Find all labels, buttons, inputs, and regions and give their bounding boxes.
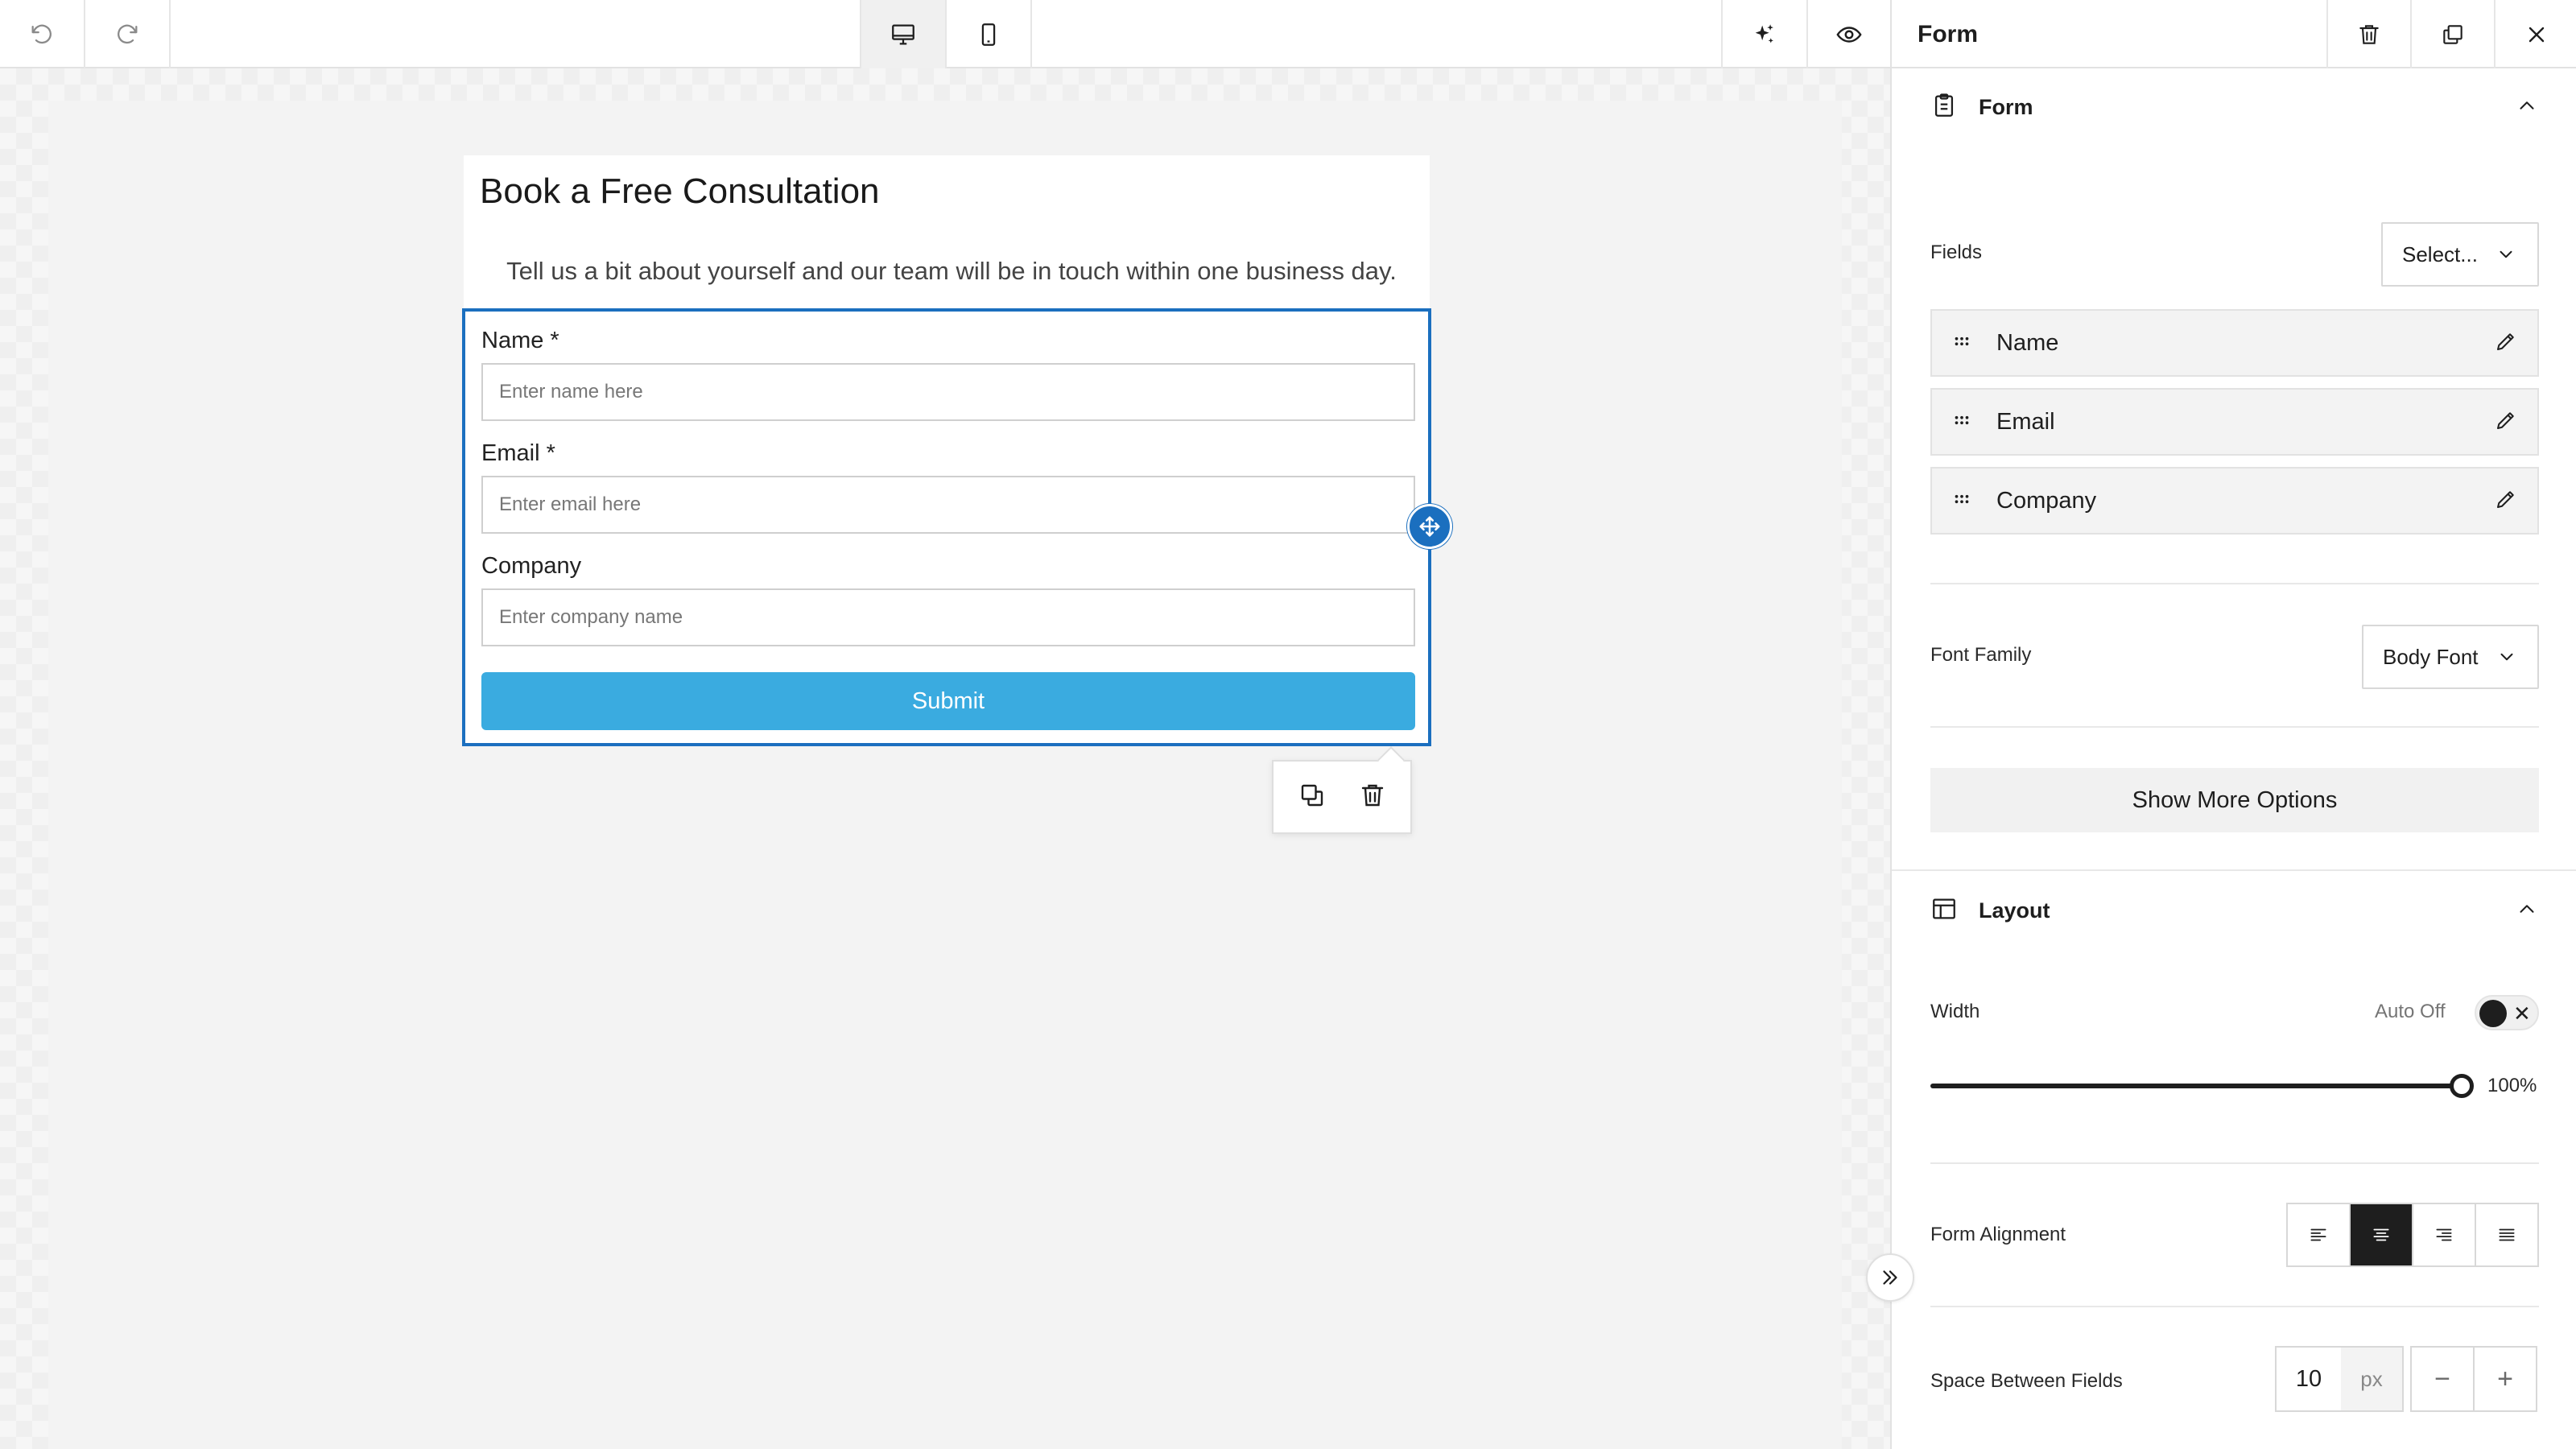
field-item-email[interactable]: Email — [1930, 388, 2539, 456]
auto-width-label: Auto Off — [2375, 1001, 2446, 1022]
double-chevron-right-icon — [1883, 1270, 1897, 1285]
field-item-company[interactable]: Company — [1930, 467, 2539, 535]
delete-block-button[interactable] — [1358, 781, 1387, 814]
fields-select-value: Select... — [2402, 242, 2478, 266]
form-subtitle[interactable]: Tell us a bit about yourself and our tea… — [464, 257, 1430, 286]
mobile-view-button[interactable] — [947, 0, 1030, 68]
divider — [1930, 583, 2539, 584]
field-item-label: Name — [1996, 329, 2059, 356]
form-header[interactable]: Book a Free Consultation Tell us a bit a… — [464, 155, 1430, 308]
email-label: Email * — [481, 440, 555, 466]
toggle-knob — [2479, 1000, 2507, 1027]
divider — [1930, 1306, 2539, 1307]
block-floating-toolbar — [1272, 760, 1412, 834]
drag-handle-icon[interactable] — [1951, 331, 1972, 356]
align-right-icon — [2436, 1228, 2452, 1241]
width-slider-thumb[interactable] — [2450, 1074, 2474, 1098]
divider — [1930, 1162, 2539, 1164]
width-slider-value: 100% — [2487, 1075, 2537, 1096]
redo-button[interactable] — [85, 0, 169, 68]
fields-label: Fields — [1930, 242, 1983, 263]
space-between-input[interactable]: 10 — [2275, 1346, 2343, 1412]
move-icon — [1419, 516, 1440, 537]
width-slider-track[interactable] — [1930, 1084, 2462, 1088]
drag-handle-icon[interactable] — [1951, 410, 1972, 435]
space-increment-button[interactable]: + — [2473, 1346, 2537, 1412]
duplicate-block-button[interactable] — [1298, 781, 1327, 814]
duplicate-icon — [2443, 24, 2462, 44]
close-icon: ✕ — [2513, 1001, 2531, 1026]
field-item-name[interactable]: Name — [1930, 309, 2539, 377]
space-unit[interactable]: px — [2341, 1346, 2404, 1412]
eye-icon — [1836, 26, 1862, 43]
form-block-selected[interactable]: Name * Enter name here Email * Enter ema… — [462, 308, 1431, 746]
undo-button[interactable] — [0, 0, 84, 68]
drag-handle-icon[interactable] — [1951, 489, 1972, 514]
desktop-icon — [892, 24, 914, 44]
trash-icon — [1361, 784, 1383, 806]
font-family-select[interactable]: Body Font — [2362, 625, 2539, 689]
email-input[interactable]: Enter email here — [481, 476, 1415, 534]
pencil-icon[interactable] — [2494, 329, 2518, 357]
panel-header: Form — [1892, 0, 2576, 68]
name-label: Name * — [481, 328, 559, 353]
align-center-button[interactable] — [2351, 1204, 2413, 1265]
panel-duplicate-button[interactable] — [2410, 0, 2494, 68]
undo-icon — [31, 24, 52, 43]
form-alignment-group — [2286, 1203, 2539, 1267]
panel-close-button[interactable] — [2494, 0, 2576, 68]
duplicate-icon — [1301, 784, 1323, 806]
name-input[interactable]: Enter name here — [481, 363, 1415, 421]
font-family-value: Body Font — [2383, 644, 2479, 669]
mobile-icon — [981, 23, 996, 46]
chevron-up-icon[interactable] — [2515, 897, 2539, 925]
width-label: Width — [1930, 1001, 1980, 1022]
show-more-options-button[interactable]: Show More Options — [1930, 768, 2539, 832]
font-family-label: Font Family — [1930, 644, 2032, 666]
form-title[interactable]: Book a Free Consultation — [480, 171, 880, 212]
align-center-icon — [2373, 1228, 2389, 1241]
align-justify-button[interactable] — [2476, 1204, 2537, 1265]
move-handle[interactable] — [1407, 504, 1452, 549]
field-item-label: Company — [1996, 487, 2097, 514]
sparkle-icon — [1755, 23, 1773, 43]
pencil-icon[interactable] — [2494, 487, 2518, 515]
section-divider — [1892, 869, 2576, 871]
pencil-icon[interactable] — [2494, 408, 2518, 436]
space-between-label: Space Between Fields — [1930, 1370, 2123, 1392]
align-right-button[interactable] — [2413, 1204, 2476, 1265]
submit-button[interactable]: Submit — [481, 672, 1415, 730]
form-section-title: Form — [1979, 94, 2033, 119]
trash-icon — [2359, 24, 2379, 44]
fields-select[interactable]: Select... — [2381, 222, 2539, 287]
collapse-panel-button[interactable] — [1866, 1253, 1914, 1302]
align-left-icon — [2310, 1228, 2326, 1241]
ai-assist-button[interactable] — [1723, 0, 1806, 68]
preview-button[interactable] — [1808, 0, 1890, 68]
align-left-button[interactable] — [2288, 1204, 2351, 1265]
desktop-view-button[interactable] — [861, 0, 945, 68]
form-alignment-label: Form Alignment — [1930, 1224, 2066, 1245]
editor-toolbar — [0, 0, 1890, 68]
chevron-down-icon — [2500, 250, 2512, 258]
clipboard-icon — [1930, 92, 1958, 123]
close-icon — [2529, 27, 2545, 42]
chevron-down-icon — [2500, 653, 2512, 661]
layout-icon — [1930, 895, 1958, 927]
auto-width-toggle[interactable]: ✕ — [2475, 995, 2539, 1030]
align-justify-icon — [2499, 1228, 2515, 1241]
divider — [1930, 726, 2539, 728]
field-item-label: Email — [1996, 408, 2055, 435]
panel-delete-button[interactable] — [2326, 0, 2410, 68]
panel-title: Form — [1918, 21, 1978, 47]
layout-section-header[interactable]: Layout — [1930, 890, 2539, 931]
redo-icon — [118, 24, 138, 43]
company-label: Company — [481, 553, 582, 579]
settings-panel: Form Form Fields Select... Name Email Co… — [1890, 0, 2576, 1449]
chevron-up-icon[interactable] — [2515, 93, 2539, 122]
company-input[interactable]: Enter company name — [481, 588, 1415, 646]
layout-section-title: Layout — [1979, 898, 2050, 923]
form-section-header[interactable]: Form — [1930, 87, 2539, 127]
space-decrement-button[interactable]: − — [2410, 1346, 2475, 1412]
